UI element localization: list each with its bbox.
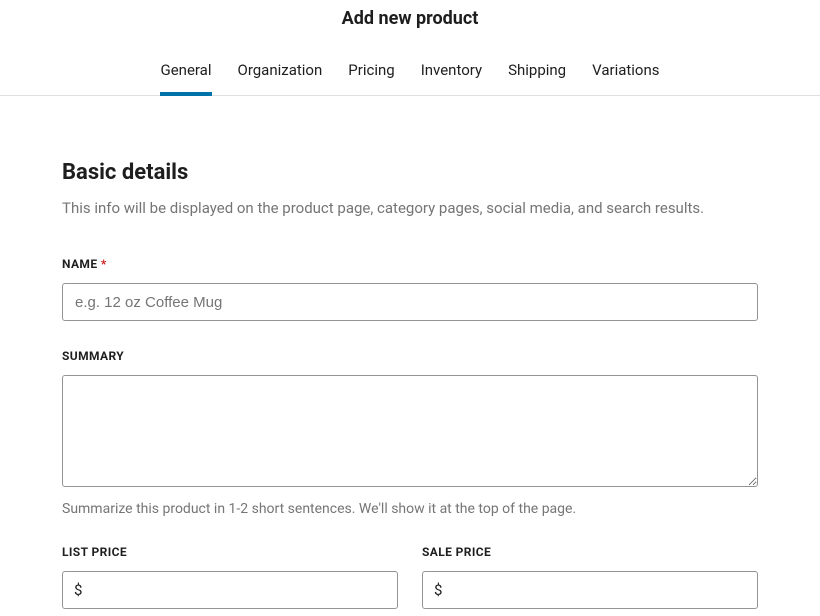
tab-inventory[interactable]: Inventory — [421, 61, 482, 95]
list-price-input[interactable] — [62, 571, 398, 609]
sale-price-label: SALE PRICE — [422, 545, 758, 559]
required-indicator: * — [101, 257, 107, 271]
list-price-currency: $ — [74, 581, 82, 599]
sale-price-group: SALE PRICE $ — [422, 545, 758, 609]
page-title: Add new product — [0, 8, 820, 29]
sale-price-currency: $ — [434, 581, 442, 599]
tab-general[interactable]: General — [160, 61, 211, 95]
name-label-text: NAME — [62, 257, 98, 271]
summary-help-text: Summarize this product in 1-2 short sent… — [62, 501, 758, 517]
summary-textarea[interactable] — [62, 375, 758, 487]
field-summary-group: SUMMARY Summarize this product in 1-2 sh… — [62, 349, 758, 517]
tabs-nav: General Organization Pricing Inventory S… — [0, 61, 820, 96]
header: Add new product — [0, 0, 820, 29]
summary-label: SUMMARY — [62, 349, 758, 363]
list-price-wrap: $ — [62, 571, 398, 609]
tab-variations[interactable]: Variations — [592, 61, 659, 95]
price-row: LIST PRICE $ SALE PRICE $ — [62, 545, 758, 609]
content: Basic details This info will be displaye… — [0, 96, 820, 609]
section-title: Basic details — [62, 160, 758, 185]
tab-pricing[interactable]: Pricing — [348, 61, 394, 95]
tab-organization[interactable]: Organization — [238, 61, 323, 95]
field-name-group: NAME * — [62, 257, 758, 321]
section-description: This info will be displayed on the produ… — [62, 199, 758, 217]
name-input[interactable] — [62, 283, 758, 321]
sale-price-input[interactable] — [422, 571, 758, 609]
list-price-group: LIST PRICE $ — [62, 545, 398, 609]
sale-price-wrap: $ — [422, 571, 758, 609]
name-label: NAME * — [62, 257, 758, 271]
tab-shipping[interactable]: Shipping — [508, 61, 566, 95]
list-price-label: LIST PRICE — [62, 545, 398, 559]
